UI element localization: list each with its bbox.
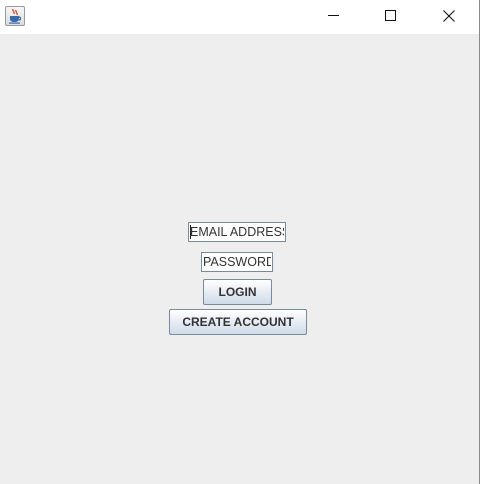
- app-window: LOGIN CREATE ACCOUNT: [0, 0, 480, 484]
- email-field[interactable]: [188, 222, 286, 242]
- password-field[interactable]: [201, 252, 273, 272]
- minimize-button[interactable]: [304, 0, 362, 32]
- maximize-button[interactable]: [362, 0, 420, 32]
- create-account-button[interactable]: CREATE ACCOUNT: [169, 309, 307, 335]
- close-icon: [443, 10, 455, 22]
- java-cup-icon[interactable]: [5, 6, 25, 26]
- content-pane: LOGIN CREATE ACCOUNT: [0, 34, 479, 484]
- maximize-icon: [385, 10, 396, 21]
- minimize-icon: [328, 15, 339, 16]
- title-bar[interactable]: [0, 0, 479, 34]
- login-button[interactable]: LOGIN: [203, 279, 272, 305]
- text-caret: [190, 225, 191, 239]
- close-button[interactable]: [420, 0, 478, 32]
